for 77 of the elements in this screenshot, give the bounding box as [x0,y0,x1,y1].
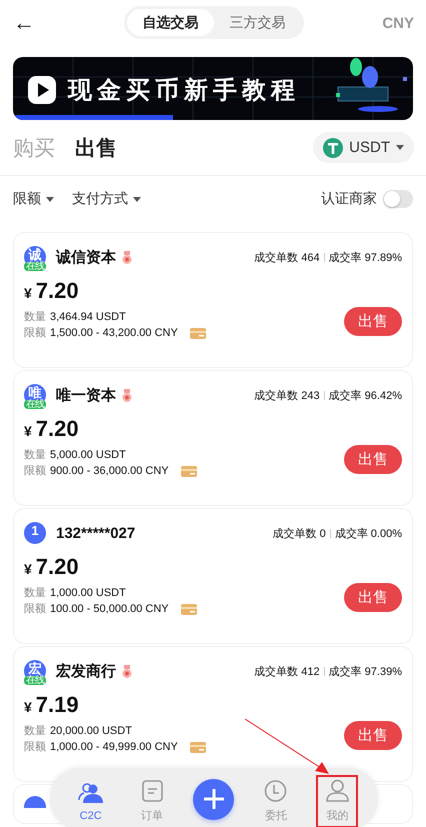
currency-symbol: ¥ [24,699,32,715]
limit-value: 1,000.00 - 49,999.00 CNY [50,740,178,754]
orders-count: 成交单数 243 [254,388,320,402]
field-label: 限额 [24,602,46,616]
bank-card-icon [190,742,206,752]
bank-card-icon [180,466,197,476]
limit-value: 1,500.00 - 43,200.00 CNY [50,326,178,340]
segment-tab[interactable]: 三方交易 [214,9,301,36]
price-value: 7.19 [36,692,79,718]
currency-button[interactable]: CNY [382,14,414,32]
sell-button[interactable]: 出售 [344,720,402,750]
nav-tab[interactable]: 订单 [132,775,172,823]
completion-rate: 成交率 96.42% [328,388,402,402]
nav-tab[interactable]: C2C [70,776,111,822]
currency-symbol: ¥ [24,423,32,439]
completion-rate: 成交率 97.89% [328,250,402,264]
field-label: 数量 [24,586,46,600]
price-value: 7.20 [36,416,79,442]
online-badge: 在线 [24,262,46,271]
side-tab[interactable]: 购买 [13,134,55,162]
clock-icon [263,779,288,803]
play-icon [28,76,56,104]
orders-count: 成交单数 0 [272,526,326,540]
sell-button[interactable]: 出售 [344,306,402,336]
quantity-value: 1,000.00 USDT [50,586,126,600]
users-icon [78,780,104,804]
orders-count: 成交单数 412 [254,664,320,678]
orders-count: 成交单数 464 [254,250,320,264]
field-label: 数量 [24,724,46,738]
quantity-value: 20,000.00 USDT [50,724,132,738]
merchant-name: 宏发商行 [56,662,116,680]
sell-button[interactable]: 出售 [344,444,402,474]
filter-dropdown[interactable]: 限额 [13,190,54,208]
price-value: 7.20 [36,278,79,304]
online-badge: 在线 [24,400,46,409]
merchant-name: 132*****027 [56,524,136,542]
quantity-value: 5,000.00 USDT [50,448,126,462]
completion-rate: 成交率 97.39% [328,664,402,678]
caret-icon [133,196,141,202]
field-label: 限额 [24,740,46,754]
currency-symbol: ¥ [24,285,32,301]
sell-button[interactable]: 出售 [344,582,402,612]
quantity-value: 3,464.94 USDT [50,310,126,324]
merchant-name: 诚信资本 [56,248,116,266]
merchant-name: 唯一资本 [56,386,116,404]
filter-dropdown[interactable]: 支付方式 [72,190,141,208]
plus-icon [204,789,224,809]
field-label: 数量 [24,448,46,462]
field-label: 限额 [24,326,46,340]
toggle-label: 认证商家 [321,190,377,208]
bank-card-icon [180,604,197,614]
banner[interactable]: 现金买币新手教程 [13,57,413,120]
bank-card-icon [190,328,206,338]
person-icon [324,779,350,803]
currency-symbol: ¥ [24,561,32,577]
limit-value: 100.00 - 50,000.00 CNY [50,602,169,616]
banner-title: 现金买币新手教程 [68,76,300,106]
caret-icon [46,196,54,202]
coin-icon [323,138,344,158]
verified-toggle[interactable] [383,190,413,208]
limit-value: 900.00 - 36,000.00 CNY [50,464,169,478]
nav-tab[interactable]: 我的 [317,775,358,823]
segment-tab[interactable]: 自选交易 [127,9,214,36]
document-icon [140,779,165,803]
merchant-avatar: 1 [24,522,46,544]
side-tab[interactable]: 出售 [75,134,117,162]
online-badge: 在线 [24,676,46,685]
merchant-avatar [24,796,46,808]
caret-icon [396,145,404,150]
field-label: 限额 [24,464,46,478]
nav-tab[interactable]: 委托 [256,775,296,823]
price-value: 7.20 [36,554,79,580]
add-button[interactable] [193,778,234,820]
field-label: 数量 [24,310,46,324]
completion-rate: 成交率 0.00% [334,526,402,540]
back-button[interactable]: ← [12,11,36,35]
coin-selector[interactable]: USDT [313,132,414,163]
